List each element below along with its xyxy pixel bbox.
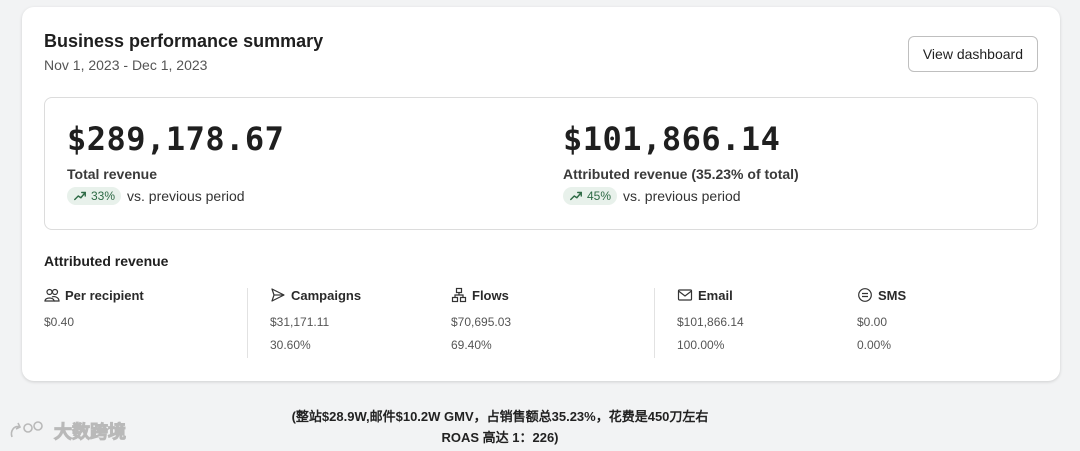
page-title: Business performance summary [44, 31, 324, 51]
metric-label: Flows [472, 287, 509, 303]
metric-value: $101,866.14 [677, 315, 744, 329]
metric-percent: 100.00% [677, 338, 725, 352]
metric-flows: Flows $70,695.03 69.40% [451, 287, 512, 353]
kpi-value: $101,866.14 [563, 120, 781, 158]
metric-label: Campaigns [291, 287, 362, 303]
kpi-delta: 45% vs. previous period [563, 187, 799, 205]
metric-label: SMS [878, 287, 907, 303]
trend-up-icon [74, 191, 86, 201]
metric-per-recipient: Per recipient $0.40 [44, 287, 144, 330]
metric-percent: 0.00% [857, 338, 892, 352]
kpi-total-revenue: $289,178.67 Total revenue 33% vs. previo… [67, 120, 284, 205]
mail-icon [677, 289, 693, 301]
metric-value: $0.40 [44, 315, 75, 329]
delta-value: 33% [91, 189, 116, 203]
send-icon [271, 288, 285, 302]
delta-suffix: vs. previous period [623, 188, 741, 204]
kpi-label: Attributed revenue (35.23% of total) [563, 166, 799, 182]
kpi-box: $289,178.67 Total revenue 33% vs. previo… [44, 97, 1038, 230]
metric-sms: SMS $0.00 0.00% [857, 287, 906, 353]
metric-campaigns: Campaigns $31,171.11 30.60% [270, 287, 361, 353]
delta-suffix: vs. previous period [127, 188, 245, 204]
performance-card: Business performance summary Nov 1, 2023… [22, 7, 1060, 381]
metric-header: Email [677, 287, 744, 303]
delta-value: 45% [587, 189, 612, 203]
metric-email: Email $101,866.14 100.00% [677, 287, 744, 353]
metric-label: Email [698, 287, 733, 303]
metric-value: $31,171.11 [270, 315, 330, 329]
attributed-revenue-title: Attributed revenue [44, 253, 169, 269]
divider [654, 288, 655, 358]
divider [247, 288, 248, 358]
metric-percent: 69.40% [451, 338, 492, 352]
kpi-delta: 33% vs. previous period [67, 187, 284, 205]
view-dashboard-button[interactable]: View dashboard [907, 36, 1038, 72]
metric-header: Campaigns [270, 287, 361, 303]
date-range: Nov 1, 2023 - Dec 1, 2023 [44, 57, 208, 73]
flow-icon [451, 287, 467, 303]
kpi-value: $289,178.67 [67, 120, 285, 158]
kpi-label: Total revenue [67, 166, 157, 182]
metric-value: $0.00 [857, 315, 888, 329]
trend-up-icon [570, 191, 582, 201]
sms-icon [858, 288, 872, 302]
metric-header: Per recipient [44, 287, 144, 303]
metric-label: Per recipient [65, 287, 144, 303]
metric-header: SMS [857, 287, 906, 303]
caption-line-1: (整站$28.9W,邮件$10.2W GMV，占销售额总35.23%，花费是45… [291, 409, 709, 424]
people-icon [44, 288, 60, 302]
kpi-attributed-revenue: $101,866.14 Attributed revenue (35.23% o… [563, 120, 799, 205]
delta-badge: 33% [67, 187, 122, 205]
metric-value: $70,695.03 [451, 315, 512, 329]
metric-percent: 30.60% [270, 338, 311, 352]
caption-line-2: ROAS 高达 1：226) [441, 430, 559, 445]
metric-header: Flows [451, 287, 511, 303]
delta-badge: 45% [563, 187, 618, 205]
